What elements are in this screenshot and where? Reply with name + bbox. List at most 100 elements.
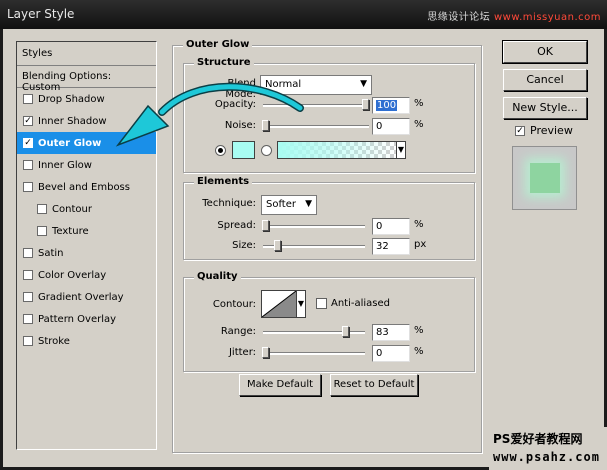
style-item-label: Satin	[38, 247, 64, 259]
style-item-label: Inner Glow	[38, 159, 92, 171]
glow-color-swatch[interactable]	[232, 141, 255, 159]
gradient-radio[interactable]	[261, 145, 272, 156]
style-checkbox[interactable]	[37, 226, 47, 236]
style-checkbox[interactable]: ✓	[23, 116, 33, 126]
style-item[interactable]: Pattern Overlay	[17, 308, 156, 330]
style-checkbox[interactable]	[23, 314, 33, 324]
size-label: Size:	[232, 240, 256, 251]
style-item-label: Stroke	[38, 335, 70, 347]
style-item[interactable]: Gradient Overlay	[17, 286, 156, 308]
style-checkbox[interactable]: ✓	[23, 138, 33, 148]
anti-aliased-label: Anti-aliased	[331, 298, 391, 309]
watermark-bottom-line2: www.psahz.com	[493, 450, 600, 464]
opacity-value: 100	[376, 100, 398, 111]
range-slider-track[interactable]	[263, 331, 365, 334]
chevron-down-icon: ▼	[360, 79, 367, 89]
noise-slider-thumb[interactable]	[262, 120, 269, 131]
range-field[interactable]: 83	[372, 324, 410, 341]
preview-checkbox[interactable]: ✓	[515, 125, 525, 136]
anti-aliased-checkbox[interactable]	[316, 298, 327, 309]
style-checkbox[interactable]	[23, 160, 33, 170]
style-item-label: Gradient Overlay	[38, 291, 124, 303]
blend-mode-select[interactable]: Normal ▼	[260, 75, 372, 95]
jitter-field[interactable]: 0	[372, 345, 410, 362]
technique-select[interactable]: Softer ▼	[261, 195, 317, 215]
style-item-label: Contour	[52, 203, 92, 215]
style-checkbox[interactable]	[37, 204, 47, 214]
style-item-label: Texture	[52, 225, 89, 237]
blending-options[interactable]: Blending Options: Custom	[17, 66, 156, 93]
opacity-field[interactable]: 100	[372, 97, 410, 114]
style-item[interactable]: Contour	[17, 198, 156, 220]
style-item[interactable]: Texture	[17, 220, 156, 242]
ok-button[interactable]: OK	[502, 40, 588, 64]
noise-unit: %	[414, 119, 424, 130]
style-item[interactable]: ✓ Outer Glow	[17, 132, 156, 154]
noise-slider-track[interactable]	[263, 125, 369, 128]
style-checkbox[interactable]	[23, 270, 33, 280]
spread-slider-thumb[interactable]	[262, 220, 269, 231]
jitter-label: Jitter:	[228, 347, 256, 358]
cancel-button[interactable]: Cancel	[503, 69, 587, 91]
size-slider-thumb[interactable]	[274, 240, 282, 251]
technique-value: Softer	[266, 199, 296, 210]
jitter-unit: %	[414, 346, 424, 357]
blend-mode-label: Blend Mode:	[225, 78, 256, 100]
style-item[interactable]: Bevel and Emboss	[17, 176, 156, 198]
style-item-label: Inner Shadow	[38, 115, 107, 127]
chevron-down-icon: ▼	[305, 199, 312, 209]
style-checkbox[interactable]	[23, 336, 33, 346]
spread-unit: %	[414, 219, 424, 230]
preview-toggle[interactable]: ✓ Preview	[515, 124, 573, 137]
preview-swatch	[530, 163, 560, 193]
new-style-button[interactable]: New Style...	[503, 97, 587, 119]
range-slider-thumb[interactable]	[341, 326, 349, 337]
style-item-label: Pattern Overlay	[38, 313, 117, 325]
contour-label: Contour:	[212, 299, 256, 310]
contour-preview[interactable]	[261, 290, 297, 318]
watermark-bottom-line1: PS爱好者教程网	[493, 432, 583, 446]
watermark-top-right: www.missyuan.com	[494, 12, 601, 23]
range-unit: %	[414, 325, 424, 336]
style-preview	[512, 146, 577, 210]
size-unit: px	[414, 239, 427, 250]
style-checkbox[interactable]	[23, 248, 33, 258]
style-item-label: Drop Shadow	[38, 93, 105, 105]
opacity-unit: %	[414, 98, 424, 109]
style-item-label: Outer Glow	[38, 137, 102, 149]
make-default-button[interactable]: Make Default	[239, 374, 321, 396]
style-checkbox[interactable]	[23, 94, 33, 104]
style-item[interactable]: Inner Glow	[17, 154, 156, 176]
styles-header[interactable]: Styles	[17, 42, 156, 66]
elements-title: Elements	[194, 176, 253, 187]
structure-title: Structure	[194, 57, 254, 68]
jitter-slider-thumb[interactable]	[262, 347, 269, 358]
spread-slider-track[interactable]	[263, 225, 365, 228]
quality-title: Quality	[194, 271, 241, 282]
reset-to-default-button[interactable]: Reset to Default	[330, 374, 418, 396]
window-title: Layer Style	[7, 7, 75, 21]
jitter-slider-track[interactable]	[263, 352, 365, 355]
noise-label: Noise:	[224, 120, 256, 131]
style-item[interactable]: Satin	[17, 242, 156, 264]
style-item-label: Bevel and Emboss	[38, 181, 130, 193]
style-item[interactable]: Stroke	[17, 330, 156, 352]
contour-dropdown-icon[interactable]: ▼	[297, 290, 306, 318]
watermark-bottom: PS爱好者教程网 www.psahz.com	[489, 427, 607, 470]
layer-style-dialog: Styles Blending Options: Custom Drop Sha…	[3, 29, 604, 467]
opacity-slider-track[interactable]	[263, 104, 369, 107]
opacity-slider-thumb[interactable]	[362, 99, 369, 110]
noise-field[interactable]: 0	[372, 118, 410, 135]
glow-gradient-swatch[interactable]	[277, 141, 397, 159]
solid-color-radio[interactable]	[215, 145, 226, 156]
size-field[interactable]: 32	[372, 238, 410, 255]
style-checkbox[interactable]	[23, 182, 33, 192]
watermark-top-left: 思缘设计论坛	[427, 12, 491, 23]
style-checkbox[interactable]	[23, 292, 33, 302]
blend-mode-value: Normal	[265, 79, 302, 90]
style-item[interactable]: Color Overlay	[17, 264, 156, 286]
gradient-dropdown-icon[interactable]: ▼	[396, 141, 406, 159]
spread-field[interactable]: 0	[372, 218, 410, 235]
style-item[interactable]: ✓ Inner Shadow	[17, 110, 156, 132]
style-item[interactable]: Drop Shadow	[17, 88, 156, 110]
